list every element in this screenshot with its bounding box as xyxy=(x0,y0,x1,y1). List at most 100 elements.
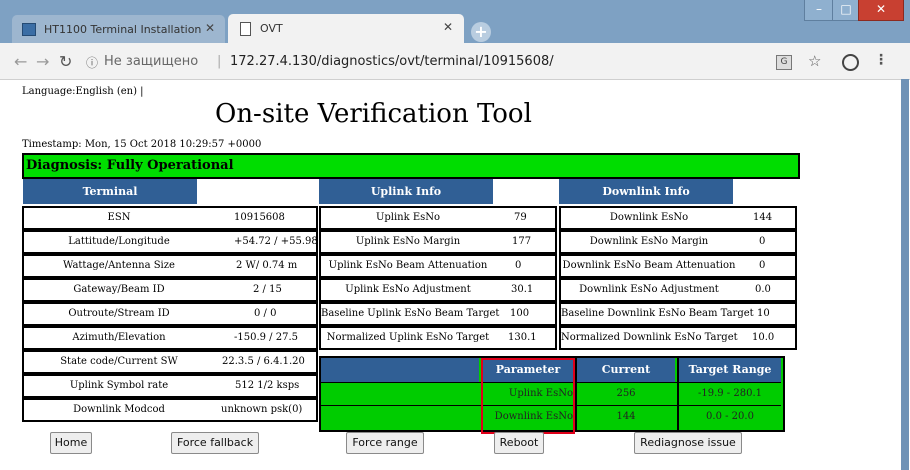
forward-arrow-icon[interactable]: → xyxy=(36,52,49,71)
row-label: Downlink EsNo Adjustment xyxy=(579,284,719,295)
terminal-row: Wattage/Antenna Size 2 W/ 0.74 m xyxy=(22,254,318,278)
row-label: Downlink EsNo xyxy=(609,212,689,223)
terminal-row: Uplink Symbol rate 512 1/2 ksps xyxy=(22,374,318,398)
row-value: 79 xyxy=(514,212,527,223)
row-label: Wattage/Antenna Size xyxy=(63,260,175,271)
security-label: Не защищено xyxy=(104,54,199,69)
row-label: Downlink EsNo Margin xyxy=(589,236,709,247)
window-border xyxy=(901,79,909,470)
new-tab-button[interactable]: + xyxy=(471,22,491,42)
downlink-row: Downlink EsNo Adjustment 0.0 xyxy=(559,278,797,302)
row-value: 177 xyxy=(512,236,532,247)
row-label: Gateway/Beam ID xyxy=(73,284,165,295)
row-value: 512 1/2 ksps xyxy=(235,380,300,391)
tab-ht1100-terminal-installation[interactable]: HT1100 Terminal Installation ✕ xyxy=(12,15,225,43)
row-label: Normalized Uplink EsNo Target xyxy=(326,332,490,343)
page-title: On-site Verification Tool xyxy=(215,99,532,129)
language-selector[interactable]: Language:English (en) | xyxy=(22,86,144,97)
row-label: Normalized Downlink EsNo Target xyxy=(561,332,738,343)
row-value: +54.72 / +55.98 xyxy=(234,236,318,247)
row-label: Baseline Uplink EsNo Beam Target xyxy=(321,308,500,319)
page-favicon-icon xyxy=(22,23,36,36)
row-value: 0 xyxy=(515,260,522,271)
row-label: ESN xyxy=(107,212,131,223)
row-value: 144 xyxy=(753,212,773,223)
diagnosis-banner: Diagnosis: Fully Operational xyxy=(22,153,800,179)
force-fallback-button[interactable]: Force fallback xyxy=(171,432,259,454)
downlink-row: Downlink EsNo 144 xyxy=(559,206,797,230)
row-value: 10 xyxy=(757,308,770,319)
uplink-row: Uplink EsNo Margin 177 xyxy=(319,230,557,254)
translate-icon[interactable]: G xyxy=(776,55,792,70)
row-label: State code/Current SW xyxy=(60,356,178,367)
home-button[interactable]: Home xyxy=(50,432,92,454)
close-icon[interactable]: ✕ xyxy=(205,21,215,35)
row-value: 30.1 xyxy=(511,284,534,295)
close-icon[interactable]: ✕ xyxy=(443,20,453,34)
force-range-button[interactable]: Force range xyxy=(346,432,424,454)
uplink-row: Baseline Uplink EsNo Beam Target 100 xyxy=(319,302,557,326)
row-label: Azimuth/Elevation xyxy=(72,332,166,343)
uplink-row: Uplink EsNo Beam Attenuation 0 xyxy=(319,254,557,278)
row-value: 22.3.5 / 6.4.1.20 xyxy=(222,356,305,367)
tab-title: OVT xyxy=(260,22,283,35)
terminal-row: Gateway/Beam ID 2 / 15 xyxy=(22,278,318,302)
maximize-button[interactable]: □ xyxy=(832,0,860,21)
terminal-row: Lattitude/Longitude +54.72 / +55.98 xyxy=(22,230,318,254)
terminal-row: Downlink Modcod unknown psk(0) xyxy=(22,398,318,422)
table-header-blank xyxy=(321,358,479,382)
row-value: -150.9 / 27.5 xyxy=(234,332,298,343)
row-label: Uplink EsNo xyxy=(375,212,441,223)
row-label: Uplink EsNo Beam Attenuation xyxy=(328,260,488,271)
reload-icon[interactable]: ↻ xyxy=(59,52,72,71)
column-header-current: Current xyxy=(577,358,675,382)
account-icon[interactable] xyxy=(842,54,859,71)
column-header-target-range: Target Range xyxy=(679,358,781,382)
row-value: 2 W/ 0.74 m xyxy=(236,260,298,271)
tab-title: HT1100 Terminal Installation xyxy=(44,23,202,36)
uplink-header: Uplink Info xyxy=(319,179,493,204)
terminal-row: State code/Current SW 22.3.5 / 6.4.1.20 xyxy=(22,350,318,374)
row-label: Downlink Modcod xyxy=(73,404,165,415)
timestamp: Timestamp: Mon, 15 Oct 2018 10:29:57 +00… xyxy=(22,139,262,150)
row-value: 10.0 xyxy=(752,332,775,343)
row-value: 130.1 xyxy=(508,332,537,343)
downlink-row: Normalized Downlink EsNo Target 10.0 xyxy=(559,326,797,350)
row-value: 2 / 15 xyxy=(253,284,282,295)
url-text: 172.27.4.130/diagnostics/ovt/terminal/10… xyxy=(230,54,554,69)
back-arrow-icon[interactable]: ← xyxy=(14,52,27,71)
terminal-row: ESN 10915608 xyxy=(22,206,318,230)
window-close-button[interactable]: ✕ xyxy=(858,0,904,21)
uplink-row: Uplink EsNo 79 xyxy=(319,206,557,230)
row-label: Outroute/Stream ID xyxy=(68,308,170,319)
range-cell: 0.0 - 20.0 xyxy=(706,411,754,422)
star-icon[interactable]: ☆ xyxy=(808,52,821,70)
row-label: Downlink EsNo Beam Attenuation xyxy=(562,260,736,271)
row-value: 0 xyxy=(759,260,766,271)
reboot-button[interactable]: Reboot xyxy=(494,432,544,454)
row-value: 0.0 xyxy=(755,284,771,295)
diagnosis-text: Diagnosis: Fully Operational xyxy=(26,158,234,173)
terminal-row: Outroute/Stream ID 0 / 0 xyxy=(22,302,318,326)
row-label: Baseline Downlink EsNo Beam Target xyxy=(561,308,754,319)
row-label: Uplink EsNo Adjustment xyxy=(345,284,471,295)
downlink-header: Downlink Info xyxy=(559,179,733,204)
row-value: 0 xyxy=(759,236,766,247)
current-cell: 256 xyxy=(616,388,636,399)
info-icon[interactable]: ⓘ xyxy=(86,54,98,71)
menu-icon[interactable]: ⋮ xyxy=(874,52,888,68)
minimize-button[interactable]: – xyxy=(804,0,834,21)
tab-ovt[interactable]: OVT ✕ xyxy=(228,14,464,43)
downlink-row: Downlink EsNo Beam Attenuation 0 xyxy=(559,254,797,278)
rediagnose-button[interactable]: Rediagnose issue xyxy=(634,432,742,454)
current-cell: 144 xyxy=(616,411,636,422)
row-value: unknown psk(0) xyxy=(221,404,303,415)
row-label: Uplink Symbol rate xyxy=(69,380,169,391)
row-value: 10915608 xyxy=(234,212,285,223)
row-label: Uplink EsNo Margin xyxy=(355,236,461,247)
uplink-row: Uplink EsNo Adjustment 30.1 xyxy=(319,278,557,302)
terminal-row: Azimuth/Elevation -150.9 / 27.5 xyxy=(22,326,318,350)
range-cell: -19.9 - 280.1 xyxy=(697,388,762,399)
column-divider xyxy=(575,358,577,430)
uplink-row: Normalized Uplink EsNo Target 130.1 xyxy=(319,326,557,350)
